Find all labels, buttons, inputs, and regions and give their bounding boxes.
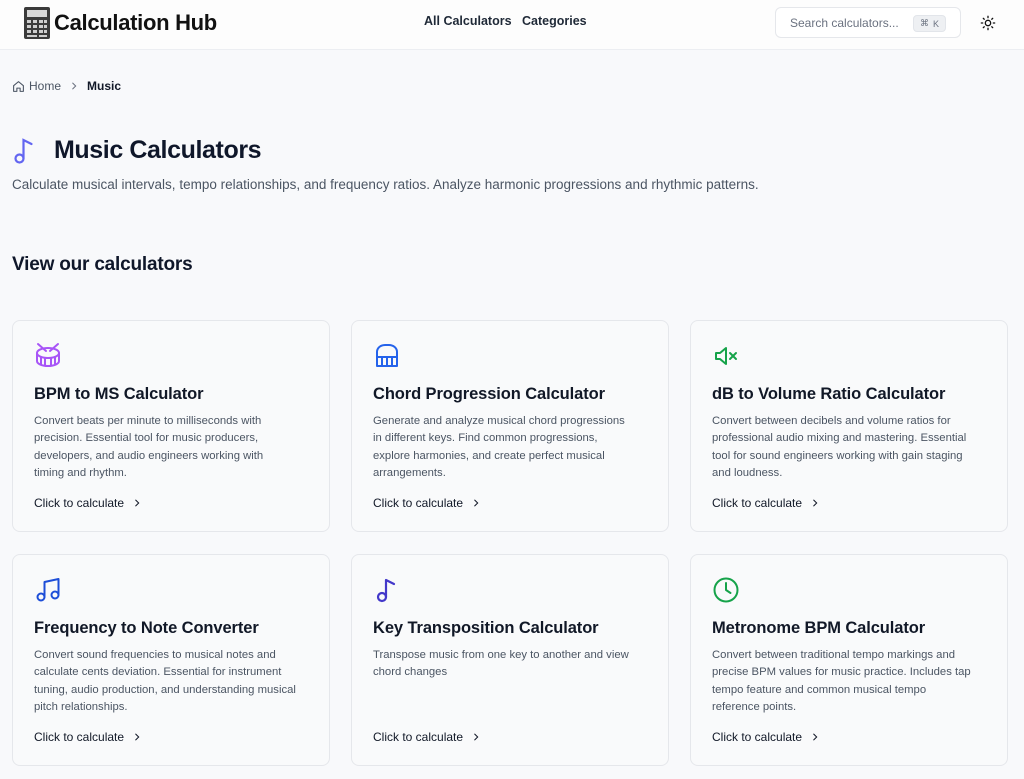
home-icon[interactable]	[12, 80, 25, 93]
card-title: dB to Volume Ratio Calculator	[712, 385, 946, 403]
clock-icon	[713, 577, 739, 603]
cta-label: Click to calculate	[34, 730, 125, 744]
breadcrumb-home[interactable]: Home	[29, 79, 61, 93]
calculator-card-bpm-to-ms[interactable]: BPM to MS Calculator Convert beats per m…	[12, 320, 330, 532]
card-cta[interactable]: Click to calculate	[373, 496, 481, 510]
search-box[interactable]: Search calculators... ⌘ K	[775, 7, 961, 38]
chevron-right-icon	[471, 498, 481, 508]
shortcut-key: K	[932, 18, 939, 29]
breadcrumb-current: Music	[87, 79, 122, 93]
music-note-icon	[376, 578, 396, 603]
logo-text: Calculation Hub	[54, 10, 217, 35]
cta-label: Click to calculate	[712, 730, 803, 744]
volume-mute-icon	[715, 347, 737, 365]
page-title: Music Calculators	[54, 136, 262, 164]
card-title: Metronome BPM Calculator	[712, 619, 926, 637]
calculator-logo-icon	[24, 7, 50, 39]
nav-all-calculators[interactable]: All Calculators	[424, 14, 512, 28]
card-title: BPM to MS Calculator	[34, 385, 204, 403]
sun-icon	[980, 15, 995, 30]
logo[interactable]: Calculation Hub	[24, 7, 217, 39]
card-title: Frequency to Note Converter	[34, 619, 259, 637]
calculator-card-frequency-to-note[interactable]: Frequency to Note Converter Convert soun…	[12, 554, 330, 766]
shortcut-badge: ⌘ K	[912, 15, 946, 32]
card-description: Generate and analyze musical chord progr…	[373, 415, 625, 479]
calculator-card-db-volume-ratio[interactable]: dB to Volume Ratio Calculator Convert be…	[690, 320, 1008, 532]
search-placeholder: Search calculators...	[790, 15, 899, 30]
chevron-right-icon	[810, 498, 820, 508]
chevron-right-icon	[471, 732, 481, 742]
cta-label: Click to calculate	[712, 496, 803, 510]
chevron-right-icon	[132, 498, 142, 508]
card-description: Convert between decibels and volume rati…	[712, 415, 967, 479]
cta-label: Click to calculate	[373, 496, 464, 510]
chevron-right-icon	[810, 732, 820, 742]
calculator-card-chord-progression[interactable]: Chord Progression Calculator Generate an…	[351, 320, 669, 532]
drum-icon	[36, 343, 60, 367]
card-title: Chord Progression Calculator	[373, 385, 605, 403]
nav-categories[interactable]: Categories	[522, 14, 587, 28]
card-description: Convert sound frequencies to musical not…	[34, 649, 296, 713]
card-title: Key Transposition Calculator	[373, 619, 599, 637]
command-key-symbol: ⌘	[919, 18, 929, 28]
page-title-row: Music Calculators	[12, 136, 262, 165]
breadcrumb: Home Music	[12, 79, 121, 93]
calculator-card-metronome-bpm[interactable]: Metronome BPM Calculator Convert between…	[690, 554, 1008, 766]
chevron-right-icon	[69, 81, 79, 91]
cta-label: Click to calculate	[373, 730, 464, 744]
card-description: Transpose music from one key to another …	[373, 649, 629, 679]
theme-toggle-button[interactable]	[972, 7, 1003, 38]
piano-icon	[376, 344, 398, 367]
card-cta[interactable]: Click to calculate	[34, 496, 142, 510]
chevron-right-icon	[132, 732, 142, 742]
top-header: Calculation Hub All Calculators Categori…	[0, 0, 1024, 50]
section-title: View our calculators	[12, 254, 193, 275]
card-description: Convert between traditional tempo markin…	[712, 649, 971, 713]
cta-label: Click to calculate	[34, 496, 125, 510]
music-notes-icon	[36, 578, 60, 602]
card-cta[interactable]: Click to calculate	[373, 730, 481, 744]
calculator-card-key-transposition[interactable]: Key Transposition Calculator Transpose m…	[351, 554, 669, 766]
page-subtitle: Calculate musical intervals, tempo relat…	[12, 177, 759, 192]
music-note-icon	[14, 137, 33, 164]
card-description: Convert beats per minute to milliseconds…	[34, 415, 264, 479]
card-cta[interactable]: Click to calculate	[34, 730, 142, 744]
card-cta[interactable]: Click to calculate	[712, 730, 820, 744]
card-cta[interactable]: Click to calculate	[712, 496, 820, 510]
